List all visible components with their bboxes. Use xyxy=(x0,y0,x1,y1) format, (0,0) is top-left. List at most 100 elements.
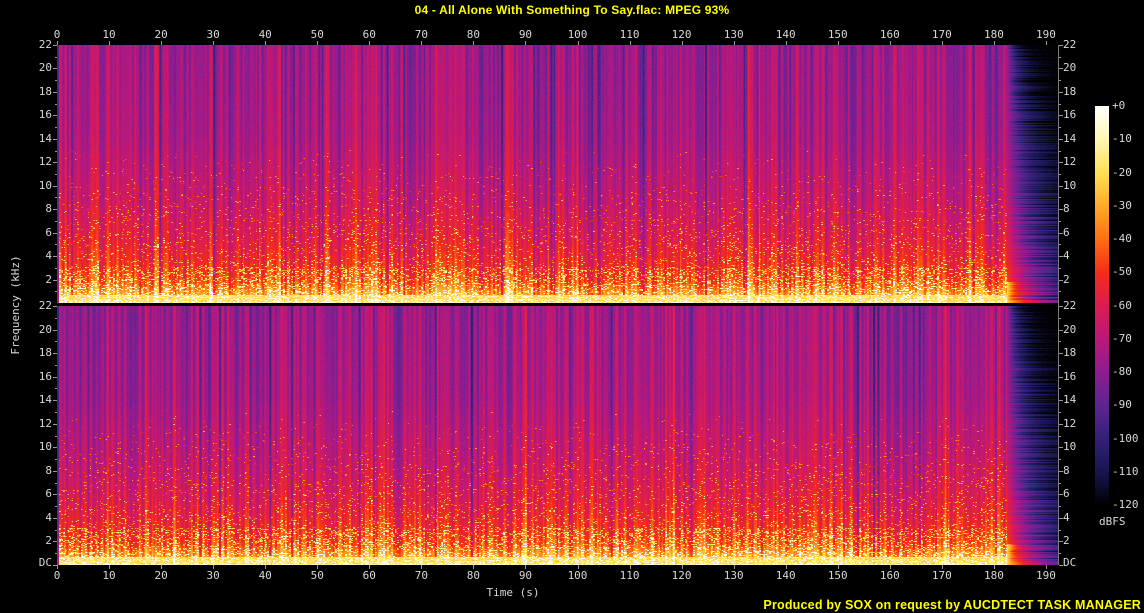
colorbar-tick-label: -120 xyxy=(1112,498,1139,511)
time-tick-label: 150 xyxy=(827,28,848,41)
freq-tick xyxy=(53,162,57,164)
time-tick-label: 110 xyxy=(619,569,640,582)
time-tick-label: 20 xyxy=(154,569,168,582)
freq-tick xyxy=(53,256,57,258)
freq-tick xyxy=(1059,447,1063,449)
freq-tick xyxy=(1059,209,1063,211)
freq-tick xyxy=(53,423,57,425)
time-tick-label: 40 xyxy=(258,28,272,41)
freq-tick-label: 8 xyxy=(1063,463,1070,477)
time-tick xyxy=(941,41,943,45)
freq-tick-label: 6 xyxy=(45,487,52,501)
freq-tick-label: 20 xyxy=(1063,61,1077,75)
time-tick xyxy=(265,41,267,45)
freq-minor-tick xyxy=(1059,56,1061,58)
time-tick-label: 0 xyxy=(53,28,61,41)
freq-tick-label: 4 xyxy=(45,249,52,263)
time-tick-label: 80 xyxy=(466,28,481,41)
time-tick xyxy=(369,41,371,45)
colorbar-tick-label: -70 xyxy=(1112,331,1132,345)
time-tick-label: 170 xyxy=(931,28,952,41)
freq-tick-label: 16 xyxy=(1063,369,1077,383)
time-tick-label: 40 xyxy=(258,569,272,582)
colorbar-tick-label: -50 xyxy=(1112,265,1132,279)
time-tick-label: 60 xyxy=(362,28,376,41)
colorbar-tick-label: +0 xyxy=(1112,99,1126,112)
freq-tick xyxy=(1059,353,1063,355)
freq-tick xyxy=(1059,494,1063,496)
time-tick-label: 130 xyxy=(723,28,744,41)
freq-minor-tick xyxy=(55,291,57,293)
freq-tick-label: 8 xyxy=(1063,202,1070,216)
spectrogram-title: 04 - All Alone With Something To Say.fla… xyxy=(414,3,730,17)
freq-minor-tick xyxy=(1059,411,1061,413)
time-tick-label: 140 xyxy=(775,28,796,41)
freq-tick-label: 4 xyxy=(1063,249,1070,263)
credit-line: Produced by SOX on request by AUCDTECT T… xyxy=(763,598,1141,612)
time-tick xyxy=(681,41,683,45)
time-tick xyxy=(889,41,891,45)
time-tick-label: 150 xyxy=(827,569,848,582)
dbfs-colorbar xyxy=(1095,106,1109,505)
time-tick xyxy=(525,41,527,45)
freq-tick-label: 12 xyxy=(38,416,52,430)
time-tick-label: 80 xyxy=(466,569,481,582)
freq-tick xyxy=(53,138,57,140)
freq-minor-tick xyxy=(1059,482,1061,484)
freq-minor-tick xyxy=(55,127,57,129)
freq-minor-tick xyxy=(55,220,57,222)
time-tick xyxy=(161,41,163,45)
freq-minor-tick xyxy=(55,103,57,105)
freq-tick-label: 18 xyxy=(38,84,52,98)
freq-tick xyxy=(53,329,57,331)
time-tick xyxy=(837,41,839,45)
freq-minor-tick xyxy=(55,435,57,437)
time-tick-label: 160 xyxy=(879,569,900,582)
time-tick xyxy=(109,41,111,45)
freq-minor-tick xyxy=(55,317,57,319)
freq-tick-label: 12 xyxy=(38,155,52,169)
freq-minor-tick xyxy=(1059,553,1061,555)
freq-tick-label: 14 xyxy=(1063,393,1077,407)
freq-tick xyxy=(1059,306,1063,307)
freq-minor-tick xyxy=(1059,388,1061,390)
freq-tick xyxy=(1059,279,1063,281)
freq-tick xyxy=(1059,162,1063,164)
sox-spectrogram-image: 04 - All Alone With Something To Say.fla… xyxy=(0,0,1144,613)
freq-tick xyxy=(1059,376,1063,378)
freq-minor-tick xyxy=(55,364,57,366)
freq-tick-label: 18 xyxy=(1063,84,1077,98)
time-tick-label: 90 xyxy=(518,569,533,582)
time-tick xyxy=(213,41,215,45)
freq-tick xyxy=(53,400,57,402)
freq-minor-tick xyxy=(55,482,57,484)
freq-tick-label: 10 xyxy=(38,178,52,192)
freq-minor-tick xyxy=(55,529,57,531)
freq-minor-tick xyxy=(1059,459,1061,461)
freq-minor-tick xyxy=(55,411,57,413)
time-tick xyxy=(733,41,735,45)
freq-tick xyxy=(1059,256,1063,258)
freq-tick xyxy=(53,353,57,355)
time-tick-label: 170 xyxy=(931,569,952,582)
spectrogram-channel-2 xyxy=(57,306,1058,565)
freq-tick xyxy=(53,209,57,211)
freq-minor-tick xyxy=(55,244,57,246)
time-tick-label: 180 xyxy=(983,28,1004,41)
freq-tick xyxy=(53,185,57,187)
freq-tick xyxy=(53,494,57,496)
freq-minor-tick xyxy=(1059,341,1061,343)
freq-minor-tick xyxy=(1059,174,1061,175)
colorbar-tick-label: -10 xyxy=(1112,132,1132,146)
freq-tick xyxy=(1059,91,1063,93)
time-tick-label: 190 xyxy=(1036,569,1056,582)
freq-minor-tick xyxy=(1059,244,1061,246)
time-axis-title: Time (s) xyxy=(486,586,540,599)
dc-label: DC xyxy=(1063,556,1077,569)
freq-tick xyxy=(1059,400,1063,402)
colorbar-tick-label: -30 xyxy=(1112,198,1132,212)
freq-tick-label: 12 xyxy=(1063,416,1077,430)
time-tick xyxy=(317,41,319,45)
freq-minor-tick xyxy=(55,341,57,343)
freq-tick xyxy=(1059,185,1063,187)
